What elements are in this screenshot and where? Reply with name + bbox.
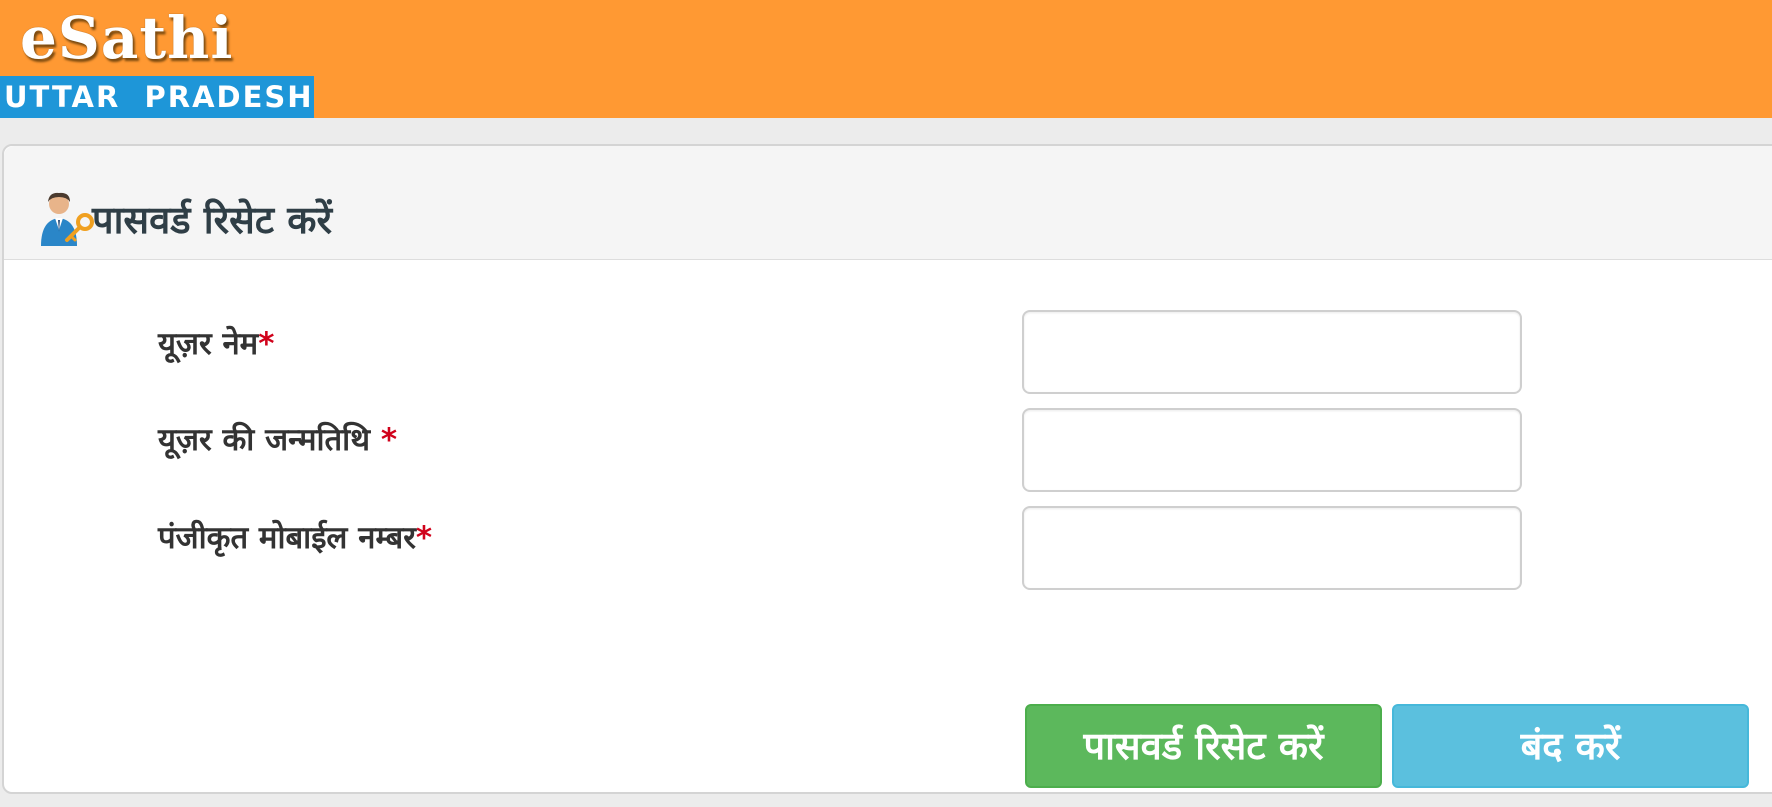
- state-label: UTTAR PRADESH: [0, 76, 314, 118]
- required-marker: *: [380, 422, 398, 458]
- username-input[interactable]: [1022, 310, 1522, 394]
- app-header: eSathi UTTAR PRADESH: [0, 0, 1772, 118]
- mobile-label-text: पंजीकृत मोबाईल नम्बर: [158, 520, 416, 556]
- mobile-input[interactable]: [1022, 506, 1522, 590]
- mobile-label: पंजीकृत मोबाईल नम्बर*: [158, 516, 432, 560]
- panel-title: पासवर्ड रिसेट करें: [92, 198, 332, 242]
- username-label: यूज़र नेम*: [158, 322, 274, 366]
- required-marker: *: [415, 520, 433, 556]
- user-key-icon: [41, 192, 94, 246]
- required-marker: *: [258, 326, 275, 362]
- dob-label-text: यूज़र की जन्मतिथि: [158, 422, 381, 458]
- dob-input[interactable]: [1022, 408, 1522, 492]
- close-button[interactable]: बंद करें: [1392, 704, 1749, 788]
- username-label-text: यूज़र नेम: [158, 326, 259, 362]
- reset-password-button[interactable]: पासवर्ड रिसेट करें: [1025, 704, 1382, 788]
- esathi-logo: eSathi: [20, 4, 234, 72]
- panel-heading: पासवर्ड रिसेट करें: [4, 146, 1772, 260]
- dob-label: यूज़र की जन्मतिथि *: [158, 418, 397, 462]
